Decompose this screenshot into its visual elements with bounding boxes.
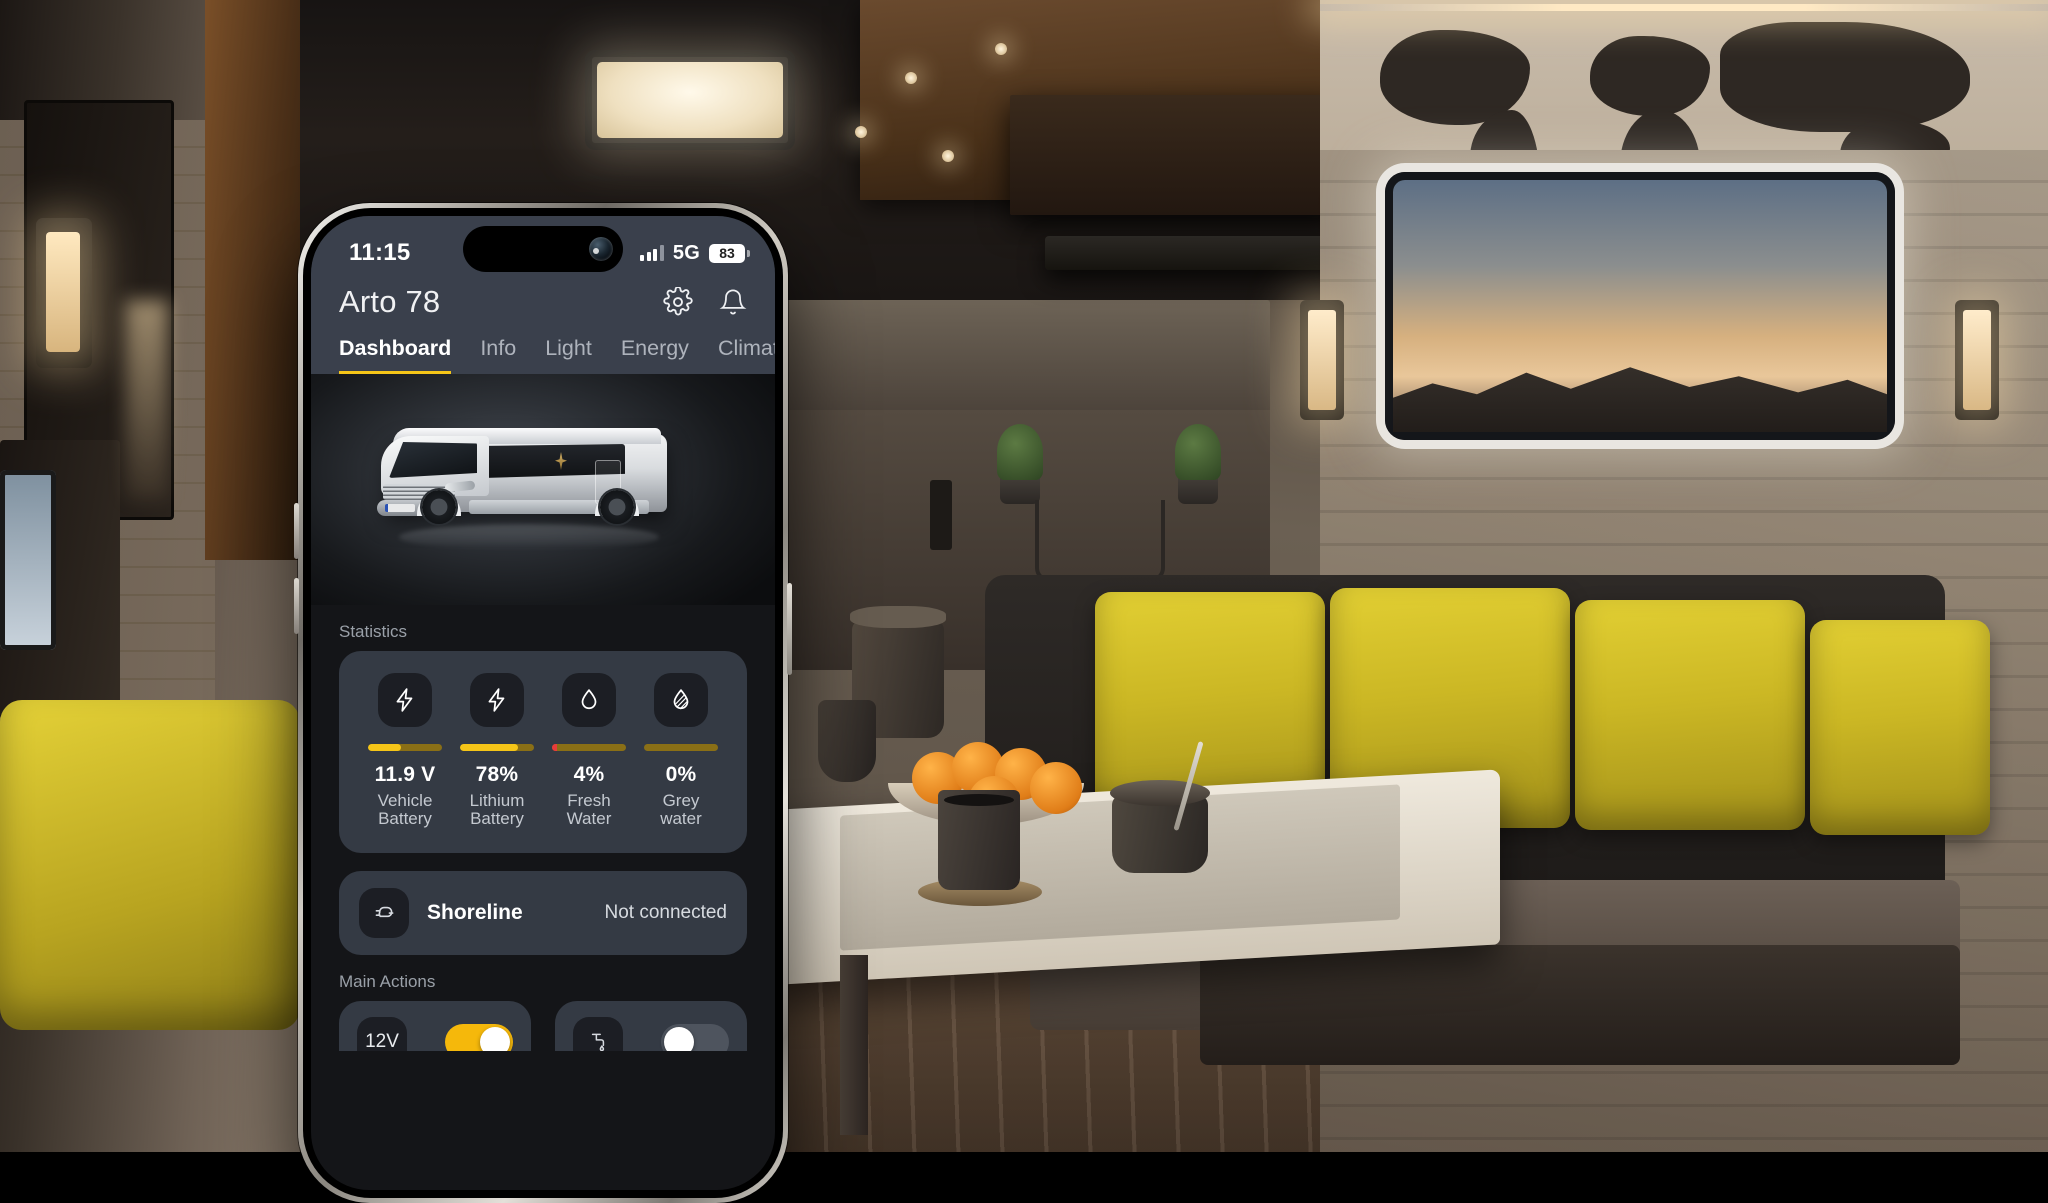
stat-value: 78% <box>476 763 519 787</box>
sconce-glow <box>126 300 168 500</box>
stat-value: 0% <box>666 763 697 787</box>
front-camera-icon <box>589 237 613 261</box>
range-hood <box>1045 236 1345 270</box>
main-actions-row: 12V 12 V Switch <box>311 1001 775 1051</box>
shoreline-status: Not connected <box>604 902 727 924</box>
wall-sconce <box>1955 300 1999 420</box>
lightning-bolt-icon <box>470 673 524 727</box>
jar-lid <box>1110 780 1210 806</box>
progress-bar <box>460 744 534 751</box>
table-leg <box>840 955 868 1135</box>
stat-label: Vehicle Battery <box>366 792 444 829</box>
tab-bar[interactable]: Dashboard Info Light Energy Climate Wa <box>311 326 775 374</box>
stat-value: 11.9 V <box>375 763 436 787</box>
kitchen-counter <box>770 300 1270 420</box>
dashboard-content[interactable]: Statistics 11.9 V Vehicle Battery <box>311 374 775 1051</box>
tab-info[interactable]: Info <box>480 336 516 374</box>
stat-grey-water[interactable]: 0% Grey water <box>635 673 727 829</box>
statistics-section-label: Statistics <box>311 605 775 651</box>
ceiling-wood-panel-inner <box>1010 95 1340 215</box>
wall-sconce <box>36 218 92 368</box>
phone-mockup: 11:15 5G 83 Arto 78 <box>298 203 788 1203</box>
network-label: 5G <box>673 242 700 265</box>
tab-energy[interactable]: Energy <box>621 336 689 374</box>
tab-climate[interactable]: Climate <box>718 336 775 374</box>
stat-label: Grey water <box>642 792 720 829</box>
toggle-12v-switch[interactable] <box>445 1024 513 1051</box>
seat-cushion-left <box>0 700 300 1030</box>
water-drop-icon <box>562 673 616 727</box>
orange-fruit <box>1030 762 1082 814</box>
stat-value: 4% <box>574 763 605 787</box>
kettle-lid <box>850 606 946 628</box>
status-indicators: 5G 83 <box>640 242 745 265</box>
stat-fresh-water[interactable]: 4% Fresh Water <box>543 673 635 829</box>
stat-vehicle-battery[interactable]: 11.9 V Vehicle Battery <box>359 673 451 829</box>
action-12v-switch[interactable]: 12V 12 V Switch <box>339 1001 531 1051</box>
faucet-icon <box>573 1017 623 1051</box>
progress-bar <box>644 744 718 751</box>
left-wood-trim <box>205 0 300 560</box>
bench-seat-dark <box>1200 945 1960 1065</box>
dynamic-island <box>463 226 623 272</box>
battery-percent: 83 <box>719 245 735 261</box>
volume-down-button[interactable] <box>294 578 299 634</box>
bell-icon[interactable] <box>719 288 747 316</box>
ceiling-spot-light <box>855 126 867 138</box>
app-header: Arto 78 <box>311 276 775 326</box>
shoreline-card[interactable]: Shoreline Not connected <box>339 871 747 955</box>
wall-sconce <box>1300 300 1344 420</box>
power-button[interactable] <box>787 583 792 675</box>
battery-icon: 83 <box>709 244 745 263</box>
coffee-cup <box>938 790 1020 890</box>
seat-cushion <box>1575 600 1805 830</box>
power-plug-icon <box>359 888 409 938</box>
lightning-bolt-icon <box>378 673 432 727</box>
led-strip <box>1320 4 2048 11</box>
seat-cushion <box>1810 620 1990 835</box>
top-bar: 11:15 5G 83 Arto 78 <box>311 216 775 374</box>
toggle-water-pump[interactable] <box>661 1024 729 1051</box>
grey-water-drop-icon <box>654 673 708 727</box>
carafe <box>818 700 876 782</box>
signal-bars-icon <box>640 245 664 261</box>
progress-bar <box>552 744 626 751</box>
gear-icon[interactable] <box>663 287 693 317</box>
action-water-pump[interactable]: Water Pump <box>555 1001 747 1051</box>
ceiling-spot-light <box>905 72 917 84</box>
skylight <box>585 50 795 150</box>
phone-screen: 11:15 5G 83 Arto 78 <box>311 216 775 1190</box>
motorhome-render <box>311 374 775 605</box>
chair-rails <box>1035 500 1165 582</box>
left-window <box>0 470 56 650</box>
stat-label: Fresh Water <box>550 792 628 829</box>
status-clock: 11:15 <box>349 239 411 267</box>
shoreline-name: Shoreline <box>427 901 523 925</box>
ceiling-spot-light <box>995 43 1007 55</box>
stat-lithium-battery[interactable]: 78% Lithium Battery <box>451 673 543 829</box>
tab-light[interactable]: Light <box>545 336 592 374</box>
header-actions <box>663 287 747 317</box>
status-bar: 11:15 5G 83 <box>311 230 775 276</box>
twelve-volt-icon: 12V <box>357 1017 407 1051</box>
storage-jar <box>1112 795 1208 873</box>
bottle <box>930 480 952 550</box>
progress-bar <box>368 744 442 751</box>
plant-icon <box>1175 424 1221 480</box>
page-title: Arto 78 <box>339 284 440 320</box>
statistics-card: 11.9 V Vehicle Battery 78% Lithium Batte… <box>339 651 747 853</box>
tab-dashboard[interactable]: Dashboard <box>339 336 451 374</box>
motorhome-illustration <box>359 408 679 548</box>
ceiling-spot-light <box>942 150 954 162</box>
panoramic-window <box>1385 172 1895 440</box>
stat-label: Lithium Battery <box>458 792 536 829</box>
volume-up-button[interactable] <box>294 503 299 559</box>
plant-icon <box>997 424 1043 480</box>
main-actions-section-label: Main Actions <box>311 955 775 1001</box>
